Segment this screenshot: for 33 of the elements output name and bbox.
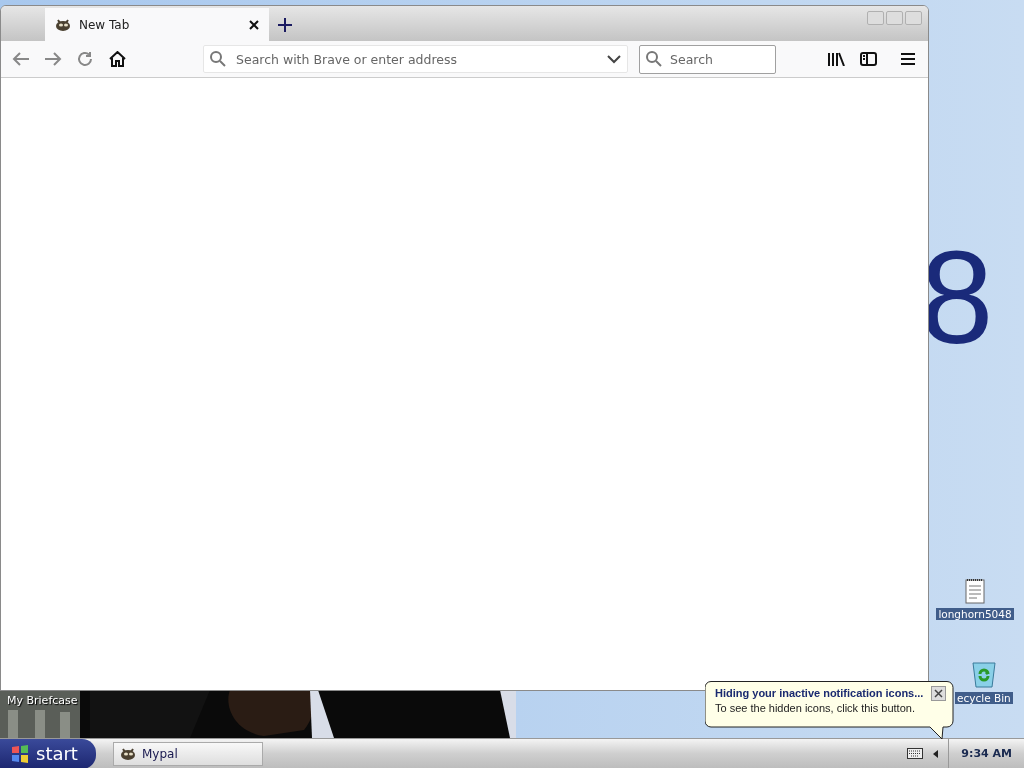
wallpaper-text: 8 (920, 232, 994, 364)
reload-icon[interactable] (77, 51, 93, 67)
desktop-icon-label[interactable]: ecycle Bin (955, 692, 1013, 704)
document-icon[interactable] (965, 578, 985, 604)
search-icon (210, 51, 226, 67)
raccoon-icon (55, 17, 71, 32)
taskbar-button[interactable]: Mypal (113, 741, 263, 766)
raccoon-icon (120, 746, 136, 761)
desktop-icon-label[interactable]: longhorn5048 (936, 608, 1014, 620)
dropdown-icon[interactable] (607, 54, 621, 64)
search-icon (646, 51, 662, 67)
close-button[interactable] (931, 686, 946, 701)
plus-icon[interactable] (278, 17, 292, 32)
start-button[interactable]: start (0, 738, 96, 768)
forward-arrow-icon[interactable] (44, 52, 62, 66)
back-arrow-icon[interactable] (12, 52, 30, 66)
menu-icon[interactable] (901, 53, 915, 65)
balloon-title: Hiding your inactive notification icons... (715, 687, 924, 699)
show-hidden-icons-button[interactable] (933, 749, 939, 758)
address-bar[interactable]: Search with Brave or enter address (203, 45, 628, 73)
home-icon[interactable] (108, 51, 126, 67)
address-field[interactable]: Search with Brave or enter address (234, 50, 599, 68)
keyboard-icon[interactable] (907, 748, 924, 759)
library-icon[interactable] (827, 52, 845, 66)
balloon-text: To see the hidden icons, click this button. (715, 702, 915, 714)
recycle-bin-icon[interactable] (970, 660, 997, 688)
sidebar-icon[interactable] (859, 52, 877, 66)
search-box[interactable]: Search (639, 44, 776, 74)
close-icon[interactable] (249, 19, 259, 30)
windows-logo-icon (10, 743, 30, 764)
clock: 9:34 AM (948, 739, 1012, 768)
search-field[interactable]: Search (668, 50, 769, 68)
browser-tab[interactable]: New Tab (45, 8, 269, 41)
